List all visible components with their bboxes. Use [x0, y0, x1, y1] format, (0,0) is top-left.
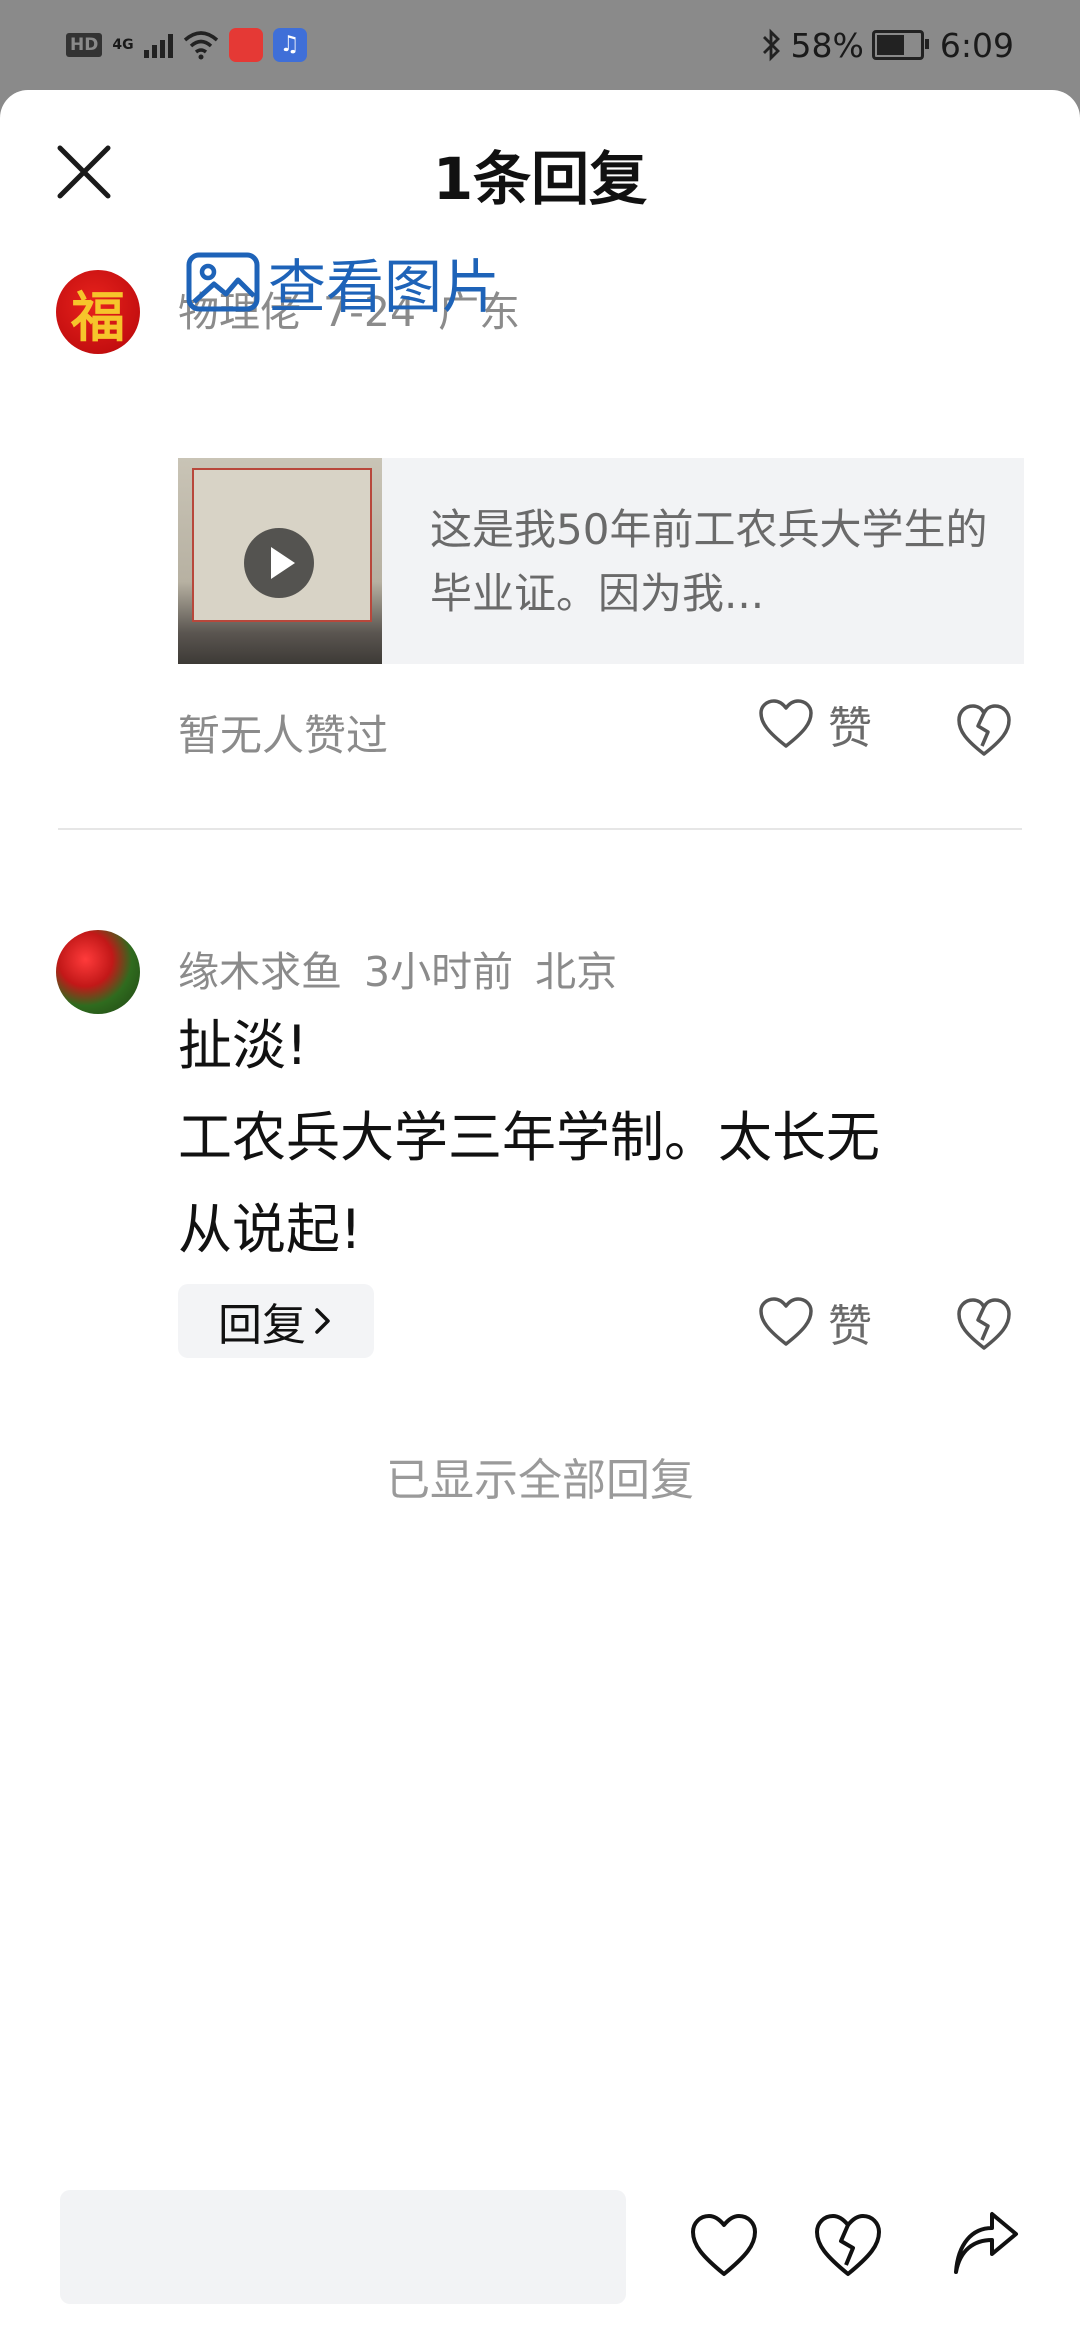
avatar-char: 福: [71, 284, 125, 349]
battery-percent: 58%: [790, 25, 864, 65]
status-bar: HD 4G ♫ 58% 6:09: [0, 0, 1080, 90]
quote-text: 这是我50年前工农兵大学生的毕业证。因为我...: [430, 505, 988, 618]
share-icon[interactable]: [950, 2210, 1022, 2282]
wifi-icon: [183, 31, 218, 60]
heart-icon: [759, 1297, 813, 1346]
status-bar-left: HD 4G ♫: [66, 24, 307, 66]
heart-icon: [759, 699, 813, 748]
like-button[interactable]: 赞: [758, 692, 872, 756]
huawei-store-icon: [228, 28, 263, 62]
bluetooth-icon: [762, 28, 780, 62]
broken-heart-icon[interactable]: [954, 700, 1014, 760]
username[interactable]: 缘木求鱼: [178, 948, 342, 996]
quote-thumbnail: [178, 458, 382, 664]
like-label: 赞: [828, 703, 872, 754]
reply-input[interactable]: [60, 2190, 626, 2304]
quoted-post[interactable]: 这是我50年前工农兵大学生的毕业证。因为我...: [178, 458, 1024, 664]
heart-icon[interactable]: [688, 2210, 760, 2282]
reply-button[interactable]: 回复: [178, 1284, 374, 1358]
avatar[interactable]: [56, 930, 140, 1014]
no-likes-text: 暂无人赞过: [178, 711, 389, 760]
broken-heart-icon[interactable]: [812, 2210, 884, 2282]
reply-meta: 缘木求鱼 3小时前 北京: [178, 938, 639, 998]
all-replies-shown: 已显示全部回复: [386, 1455, 694, 1506]
reply-button-label: 回复: [218, 1300, 306, 1351]
signal-icon: [143, 32, 173, 58]
page-title: 1条回复: [432, 145, 648, 213]
reply-text-line: 扯淡!: [178, 1014, 308, 1077]
reply-text: 扯淡! 工农兵大学三年学制。太长无 从说起!: [178, 1000, 1018, 1276]
image-icon: [186, 252, 260, 312]
reply-text-line: 工农兵大学三年学制。太长无: [178, 1106, 880, 1169]
like-label: 赞: [828, 1301, 872, 1352]
battery-icon: [871, 30, 929, 60]
view-images-link[interactable]: 查看图片: [186, 240, 500, 324]
reply-sheet: 1条回复 福 物理佬 7-24 广东 查看图片 这是我50年前工农兵大学生的毕业证。…: [0, 90, 1080, 2340]
reply-time: 3小时前: [364, 948, 514, 996]
play-icon: [244, 528, 314, 598]
status-bar-right: 58% 6:09: [761, 22, 1014, 68]
broken-heart-icon[interactable]: [954, 1294, 1014, 1354]
reply-location: 北京: [535, 948, 618, 996]
hd-indicator: HD: [66, 33, 103, 57]
clock: 6:09: [939, 25, 1014, 65]
chevron-right-icon: [315, 1308, 330, 1334]
network-type: 4G: [112, 37, 134, 53]
music-app-icon: ♫: [272, 28, 307, 62]
reply-text-line: 从说起!: [178, 1198, 362, 1261]
divider: [58, 828, 1022, 830]
view-images-label: 查看图片: [268, 253, 501, 321]
battery-fill: [876, 35, 904, 55]
avatar[interactable]: 福: [56, 270, 140, 354]
like-button[interactable]: 赞: [758, 1290, 872, 1354]
